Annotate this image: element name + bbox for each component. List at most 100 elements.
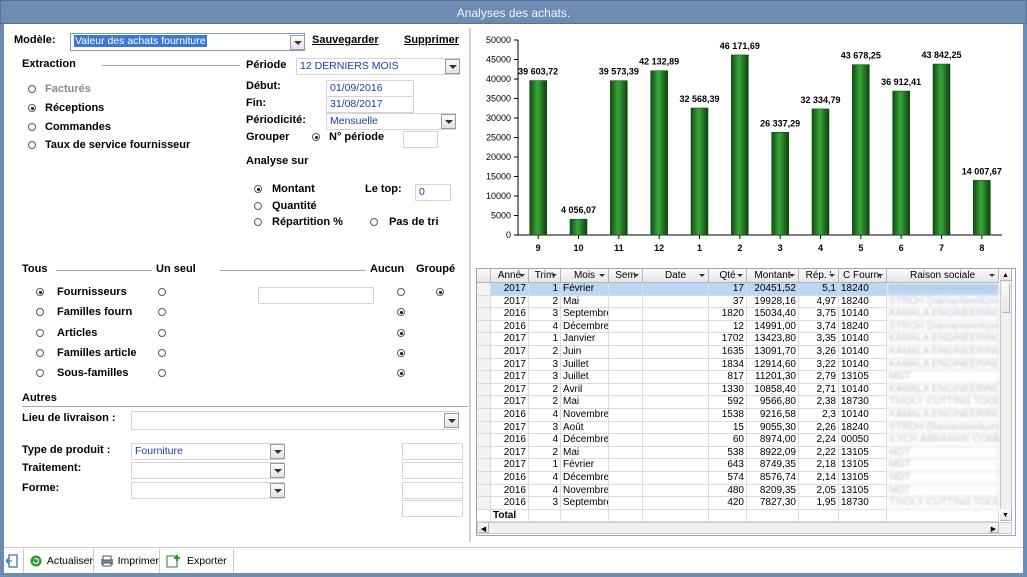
table-cell[interactable]: 2017 xyxy=(491,459,529,472)
radio-factures[interactable] xyxy=(28,85,36,93)
column-header[interactable]: Date xyxy=(643,269,709,283)
table-cell[interactable] xyxy=(643,383,709,397)
table-cell[interactable]: 12914,60 xyxy=(747,358,799,372)
table-cell[interactable]: 60 xyxy=(709,434,747,447)
table-cell[interactable]: 1702 xyxy=(709,333,747,346)
table-cell[interactable] xyxy=(643,308,709,321)
table-cell[interactable]: 2,22 xyxy=(799,446,839,460)
table-cell[interactable]: 2016 xyxy=(491,308,529,321)
table-cell[interactable] xyxy=(609,371,643,384)
table-cell[interactable]: 12 xyxy=(709,320,747,334)
table-cell[interactable]: 2017 xyxy=(491,358,529,372)
table-cell[interactable]: 7827,30 xyxy=(747,497,799,510)
scroll-left-arrow[interactable]: ◀ xyxy=(479,523,489,533)
table-cell[interactable]: Novembre xyxy=(561,484,609,498)
radio-commandes[interactable] xyxy=(28,123,36,131)
column-header[interactable]: C Fourn. xyxy=(839,269,887,283)
table-cell[interactable]: KAMALA ENGINEERING xyxy=(887,383,999,397)
table-cell[interactable]: 2016 xyxy=(491,409,529,422)
table-cell[interactable]: KAMALA ENGINEERING xyxy=(887,358,999,372)
radio-n-periode[interactable] xyxy=(312,133,320,141)
table-cell[interactable]: 4 xyxy=(529,434,561,447)
row-header[interactable] xyxy=(477,283,491,296)
table-cell[interactable]: 2016 xyxy=(491,434,529,447)
table-cell[interactable]: 10140 xyxy=(839,333,887,346)
radio-familles-fourn-un-seul[interactable] xyxy=(158,308,166,316)
column-header[interactable]: Mois xyxy=(561,269,609,283)
table-cell[interactable]: 480 xyxy=(709,484,747,498)
table-cell[interactable]: 2017 xyxy=(491,421,529,435)
column-header[interactable]: Anné xyxy=(491,269,529,283)
table-cell[interactable]: 3 xyxy=(529,497,561,510)
table-cell[interactable]: 00050 xyxy=(839,434,887,447)
forme-extra-field[interactable] xyxy=(402,482,463,499)
table-cell[interactable]: 4 xyxy=(529,409,561,422)
table-cell[interactable]: STROH Diamantwerkzeuge xyxy=(887,283,999,296)
radio-receptions[interactable] xyxy=(28,104,36,112)
table-cell[interactable]: 17 xyxy=(709,283,747,296)
column-sort-icon[interactable] xyxy=(633,274,639,277)
table-cell[interactable]: Septembre xyxy=(561,497,609,510)
table-cell[interactable]: 3,75 xyxy=(799,308,839,321)
row-header[interactable] xyxy=(477,484,491,498)
radio-fournisseurs-groupe[interactable] xyxy=(436,288,444,296)
table-cell[interactable] xyxy=(609,484,643,498)
horizontal-scrollbar[interactable] xyxy=(477,522,1012,534)
table-cell[interactable]: 13091,70 xyxy=(747,346,799,359)
table-cell[interactable]: 2 xyxy=(529,346,561,359)
table-cell[interactable]: 2 xyxy=(529,295,561,309)
table-cell[interactable]: KAMALA ENGINEERING xyxy=(887,409,999,422)
table-cell[interactable]: 2016 xyxy=(491,497,529,510)
table-cell[interactable]: 8922,09 xyxy=(747,446,799,460)
radio-sous-familles-aucun[interactable] xyxy=(397,369,405,377)
row-header[interactable] xyxy=(477,295,491,309)
table-cell[interactable] xyxy=(609,421,643,435)
table-cell[interactable]: 9216,58 xyxy=(747,409,799,422)
table-cell[interactable]: Mai xyxy=(561,446,609,460)
row-header[interactable] xyxy=(477,409,491,422)
table-cell[interactable]: 13105 xyxy=(839,472,887,485)
table-cell[interactable] xyxy=(643,497,709,510)
radio-familles-fourn-aucun[interactable] xyxy=(397,308,405,316)
table-cell[interactable]: 643 xyxy=(709,459,747,472)
table-cell[interactable] xyxy=(609,358,643,372)
row-header[interactable] xyxy=(477,320,491,334)
table-cell[interactable]: 2017 xyxy=(491,446,529,460)
table-cell[interactable]: KAMALA ENGINEERING xyxy=(887,308,999,321)
table-cell[interactable]: STROH Diamantwerkzeuge xyxy=(887,320,999,334)
row-header[interactable] xyxy=(477,396,491,409)
table-cell[interactable] xyxy=(609,320,643,334)
table-cell[interactable] xyxy=(609,497,643,510)
table-cell[interactable]: 574 xyxy=(709,472,747,485)
row-header[interactable] xyxy=(477,358,491,372)
radio-montant[interactable] xyxy=(254,185,262,193)
table-cell[interactable]: 1 xyxy=(529,333,561,346)
table-cell[interactable]: 2017 xyxy=(491,283,529,296)
table-cell[interactable]: 20451,52 xyxy=(747,283,799,296)
table-cell[interactable]: 10140 xyxy=(839,383,887,397)
table-cell[interactable] xyxy=(609,459,643,472)
radio-fournisseurs-aucun[interactable] xyxy=(397,288,405,296)
radio-taux-service[interactable] xyxy=(28,141,36,149)
table-cell[interactable]: TIVOLY CUTTING TOOLS xyxy=(887,396,999,409)
radio-fournisseurs-tous[interactable] xyxy=(36,288,44,296)
table-cell[interactable] xyxy=(643,409,709,422)
table-cell[interactable]: MDT xyxy=(887,484,999,498)
radio-familles-fourn-tous[interactable] xyxy=(36,308,44,316)
table-cell[interactable]: 13105 xyxy=(839,484,887,498)
row-header[interactable] xyxy=(477,446,491,460)
traitement-select[interactable] xyxy=(131,462,284,479)
table-cell[interactable] xyxy=(609,283,643,296)
radio-familles-article-un-seul[interactable] xyxy=(158,349,166,357)
table-cell[interactable]: 2016 xyxy=(491,320,529,334)
column-sort-icon[interactable] xyxy=(829,274,835,277)
table-cell[interactable]: 592 xyxy=(709,396,747,409)
lieu-select[interactable] xyxy=(131,411,459,430)
table-cell[interactable]: 13105 xyxy=(839,371,887,384)
table-cell[interactable]: Novembre xyxy=(561,409,609,422)
table-cell[interactable]: 2 xyxy=(529,446,561,460)
table-cell[interactable] xyxy=(643,358,709,372)
table-cell[interactable]: 5,1 xyxy=(799,283,839,296)
column-header[interactable]: Qté xyxy=(709,269,747,283)
table-cell[interactable]: 1 xyxy=(529,283,561,296)
